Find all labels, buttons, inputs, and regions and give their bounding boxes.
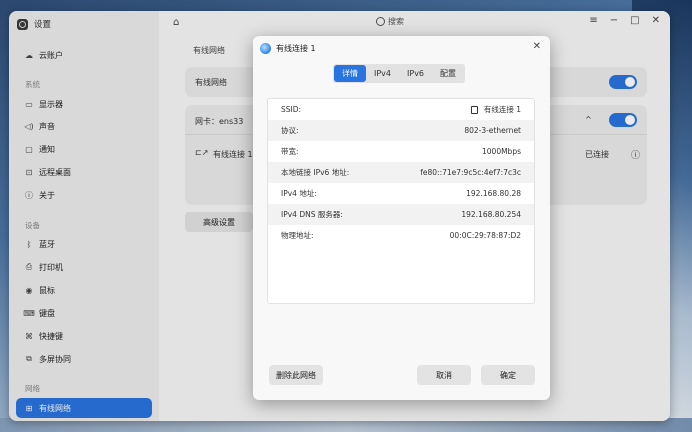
table-row: 本地链接 IPv6 地址: fe80::71e7:9c5c:4ef7:7c3c: [268, 162, 534, 183]
dialog-tabs: 详情 IPv4 IPv6 配置: [333, 64, 466, 83]
row-key: IPv4 地址:: [281, 189, 317, 198]
table-row: 带宽: 1000Mbps: [268, 141, 534, 162]
table-row: IPv4 地址: 192.168.80.28: [268, 183, 534, 204]
close-icon[interactable]: ✕: [533, 41, 541, 52]
row-value: 192.168.80.28: [466, 189, 521, 198]
table-row: 协议: 802-3-ethernet: [268, 120, 534, 141]
lock-icon: [470, 105, 478, 114]
network-logo-icon: [260, 43, 271, 54]
details-table: SSID: 有线连接 1 协议: 802-3-ethernet 带宽: 1000…: [267, 98, 535, 304]
row-key: 带宽:: [281, 147, 299, 156]
table-row: SSID: 有线连接 1: [268, 99, 534, 120]
row-value: 1000Mbps: [482, 147, 521, 156]
row-value: 有线连接 1: [483, 105, 521, 114]
connection-details-dialog: 有线连接 1 ✕ 详情 IPv4 IPv6 配置 SSID: 有线连接 1 协议…: [253, 36, 550, 400]
row-key: IPv4 DNS 服务器:: [281, 210, 343, 219]
row-key: 物理地址:: [281, 231, 314, 240]
tab-details[interactable]: 详情: [334, 65, 366, 82]
row-value: 802-3-ethernet: [464, 126, 521, 135]
dialog-header: 有线连接 1: [260, 43, 316, 54]
row-value: 192.168.80.254: [461, 210, 521, 219]
table-row: IPv4 DNS 服务器: 192.168.80.254: [268, 204, 534, 225]
row-value-wrap: 有线连接 1: [470, 104, 521, 115]
row-key: 本地链接 IPv6 地址:: [281, 168, 350, 177]
tab-ipv4[interactable]: IPv4: [366, 65, 399, 82]
row-key: 协议:: [281, 126, 299, 135]
row-key: SSID:: [281, 105, 302, 114]
table-row: 物理地址: 00:0C:29:78:87:D2: [268, 225, 534, 246]
delete-network-button[interactable]: 删除此网络: [269, 365, 323, 385]
dialog-title: 有线连接 1: [276, 44, 316, 53]
tab-config[interactable]: 配置: [432, 65, 464, 82]
row-value: fe80::71e7:9c5c:4ef7:7c3c: [420, 168, 521, 177]
tab-ipv6[interactable]: IPv6: [399, 65, 432, 82]
row-value: 00:0C:29:78:87:D2: [449, 231, 521, 240]
confirm-button[interactable]: 确定: [481, 365, 535, 385]
cancel-button[interactable]: 取消: [417, 365, 471, 385]
